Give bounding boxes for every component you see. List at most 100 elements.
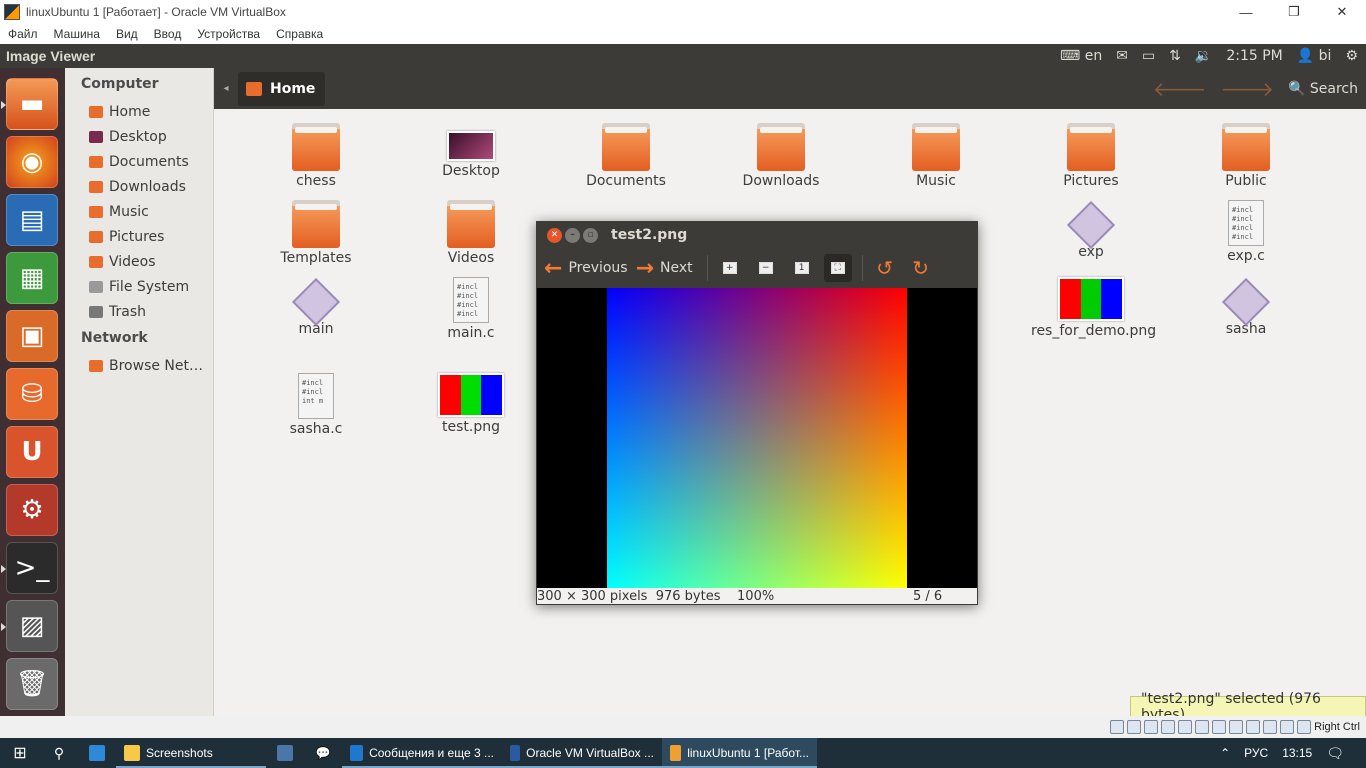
session-gear-icon[interactable]: ⚙ bbox=[1345, 48, 1358, 64]
taskbar-vk-button[interactable] bbox=[266, 738, 304, 768]
close-button[interactable]: ✕ bbox=[1318, 0, 1366, 24]
network-icon[interactable]: ⇅ bbox=[1169, 48, 1181, 64]
file-item[interactable]: Videos bbox=[411, 200, 531, 266]
file-item[interactable]: Desktop bbox=[411, 123, 531, 179]
menu-input[interactable]: Ввод bbox=[154, 27, 182, 41]
sidebar-item-pictures[interactable]: Pictures bbox=[65, 224, 213, 249]
file-item[interactable]: main bbox=[256, 277, 376, 337]
video-capture-icon[interactable] bbox=[1229, 720, 1244, 734]
menu-view[interactable]: Вид bbox=[116, 27, 138, 41]
sidebar-item-file-system[interactable]: File System bbox=[65, 274, 213, 299]
terminal-icon[interactable]: >_ bbox=[1, 542, 58, 594]
viewer-minimize-button[interactable]: – bbox=[565, 227, 580, 243]
file-item[interactable]: sasha bbox=[1186, 277, 1306, 337]
rotate-right-button[interactable]: ↻ bbox=[907, 254, 935, 282]
shared-folders-icon[interactable] bbox=[1195, 720, 1210, 734]
usb-icon[interactable] bbox=[1178, 720, 1193, 734]
image-canvas[interactable] bbox=[537, 288, 977, 588]
impress-icon[interactable]: ▣ bbox=[6, 310, 58, 362]
writer-icon[interactable]: ▤ bbox=[6, 194, 58, 246]
sidebar-item-home[interactable]: Home bbox=[65, 99, 213, 124]
sidebar-item-downloads[interactable]: Downloads bbox=[65, 174, 213, 199]
file-item[interactable]: Downloads bbox=[721, 123, 841, 189]
mail-icon[interactable]: ✉ bbox=[1116, 48, 1128, 64]
file-name: test.png bbox=[442, 419, 500, 435]
sidebar-item-documents[interactable]: Documents bbox=[65, 149, 213, 174]
volume-icon[interactable]: 🔉 bbox=[1195, 48, 1212, 64]
path-scroll-left-icon[interactable]: ◂ bbox=[214, 83, 238, 94]
taskbar-chat-button[interactable]: 💬 bbox=[304, 738, 342, 768]
taskbar-item-vm[interactable]: linuxUbuntu 1 [Работ... bbox=[662, 738, 817, 768]
menu-devices[interactable]: Устройства bbox=[197, 27, 260, 41]
virtualization-icon[interactable] bbox=[1263, 720, 1278, 734]
taskbar-item-screenshots[interactable]: Screenshots bbox=[116, 738, 266, 768]
sidebar-item-trash[interactable]: Trash bbox=[65, 299, 213, 324]
firefox-icon[interactable]: ◉ bbox=[6, 136, 58, 188]
menu-help[interactable]: Справка bbox=[276, 27, 323, 41]
file-item[interactable]: chess bbox=[256, 123, 376, 189]
file-item[interactable]: Documents bbox=[566, 123, 686, 189]
maximize-button[interactable]: ❐ bbox=[1270, 0, 1318, 24]
best-fit-button[interactable]: ⛶ bbox=[823, 254, 852, 282]
files-icon[interactable]: ▬ bbox=[1, 78, 58, 130]
hard-disk-icon[interactable] bbox=[1110, 720, 1125, 734]
search-taskbar-button[interactable]: ⚲ bbox=[40, 738, 78, 768]
ubuntu-one-icon[interactable]: U bbox=[6, 426, 58, 478]
file-item[interactable]: Pictures bbox=[1031, 123, 1151, 189]
file-item[interactable]: exp bbox=[1031, 200, 1151, 260]
menu-machine[interactable]: Машина bbox=[54, 27, 100, 41]
file-item[interactable]: #incl #incl int m sasha.c bbox=[256, 373, 376, 437]
back-arrow-icon[interactable]: 🡐 bbox=[1153, 77, 1207, 101]
battery-icon[interactable]: ▭ bbox=[1142, 48, 1155, 64]
input-language[interactable]: РУС bbox=[1244, 746, 1268, 760]
file-item[interactable]: Public bbox=[1186, 123, 1306, 189]
keyboard-indicator[interactable]: ⌨ en bbox=[1060, 48, 1102, 64]
trash-icon[interactable]: 🗑 bbox=[6, 658, 58, 710]
minimize-button[interactable]: — bbox=[1222, 0, 1270, 24]
file-item[interactable]: Templates bbox=[256, 200, 376, 266]
zoom-in-icon: + bbox=[722, 262, 737, 274]
normal-size-button[interactable]: 1 bbox=[788, 254, 816, 282]
viewer-close-button[interactable]: ✕ bbox=[547, 227, 562, 243]
active-app-name: Image Viewer bbox=[6, 48, 96, 64]
menu-file[interactable]: Файл bbox=[8, 27, 38, 41]
forward-arrow-icon[interactable]: 🡒 bbox=[1220, 77, 1274, 101]
file-item[interactable]: res_for_demo.png bbox=[1031, 277, 1156, 339]
system-settings-icon[interactable]: ⚙ bbox=[6, 484, 58, 536]
user-indicator[interactable]: 👤 bi bbox=[1297, 48, 1332, 64]
sidebar-item-videos[interactable]: Videos bbox=[65, 249, 213, 274]
start-button[interactable]: ⊞ bbox=[0, 738, 40, 768]
breadcrumb-home[interactable]: Home bbox=[238, 71, 326, 106]
file-item[interactable]: #incl #incl #incl #incl main.c bbox=[411, 277, 531, 341]
taskbar-clock[interactable]: 13:15 bbox=[1282, 746, 1312, 760]
file-item[interactable]: #incl #incl #incl #incl exp.c bbox=[1186, 200, 1306, 264]
file-item[interactable]: Music bbox=[876, 123, 996, 189]
taskbar-item-edge[interactable]: Сообщения и еще 3 ... bbox=[342, 738, 502, 768]
next-button[interactable]: → Next bbox=[628, 256, 693, 281]
network-adapter-icon[interactable] bbox=[1161, 720, 1176, 734]
folder-icon bbox=[1067, 123, 1115, 171]
taskbar-item-virtualbox[interactable]: Oracle VM VirtualBox ... bbox=[502, 738, 662, 768]
viewer-maximize-button[interactable]: ▫ bbox=[583, 227, 598, 243]
optical-drive-icon[interactable] bbox=[1127, 720, 1142, 734]
rotate-left-button[interactable]: ↺ bbox=[871, 254, 899, 282]
sidebar-item-desktop[interactable]: Desktop bbox=[65, 124, 213, 149]
previous-button[interactable]: ← Previous bbox=[536, 256, 628, 281]
display-icon[interactable] bbox=[1212, 720, 1227, 734]
image-viewer-icon[interactable]: ▨ bbox=[1, 600, 58, 652]
search-button[interactable]: 🔍 Search bbox=[1288, 81, 1358, 97]
cpu-icon[interactable] bbox=[1246, 720, 1261, 734]
mouse-integration-icon[interactable] bbox=[1280, 720, 1295, 734]
notifications-icon[interactable]: 🗨 bbox=[1326, 745, 1344, 762]
clock[interactable]: 2:15 PM bbox=[1226, 48, 1282, 64]
chevron-up-icon[interactable]: ⌃ bbox=[1220, 746, 1230, 760]
sidebar-item-browse-net[interactable]: Browse Net… bbox=[65, 353, 213, 378]
audio-icon[interactable] bbox=[1144, 720, 1159, 734]
file-item[interactable]: test.png bbox=[411, 373, 531, 435]
sidebar-item-music[interactable]: Music bbox=[65, 199, 213, 224]
calc-icon[interactable]: ▦ bbox=[6, 252, 58, 304]
task-view-button[interactable] bbox=[78, 738, 116, 768]
software-center-icon[interactable]: ⛁ bbox=[6, 368, 58, 420]
zoom-in-button[interactable]: + bbox=[716, 254, 744, 282]
zoom-out-button[interactable]: − bbox=[752, 254, 780, 282]
